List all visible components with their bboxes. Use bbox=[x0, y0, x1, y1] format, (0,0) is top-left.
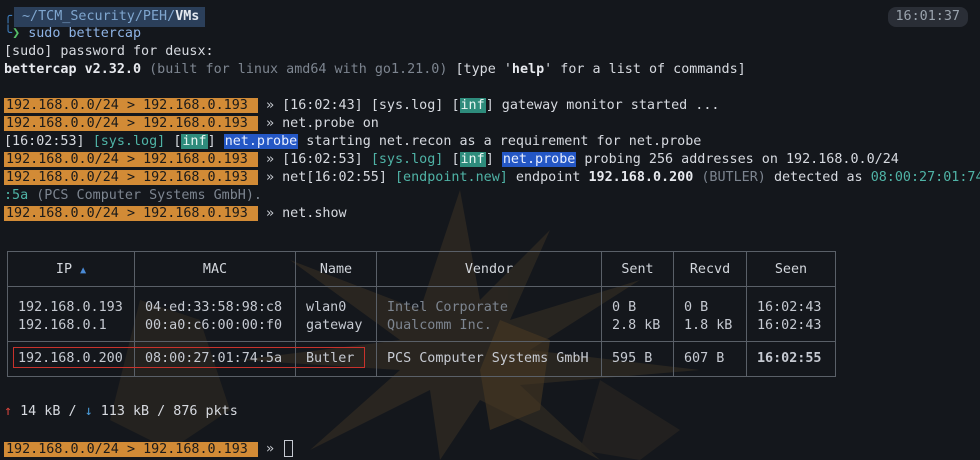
cell-ip[interactable]: 192.168.0.193 192.168.0.1 bbox=[7, 286, 135, 342]
log-line: 192.168.0.0/24 > 192.168.0.193 » net.pro… bbox=[4, 116, 379, 131]
session-prompt-tag: 192.168.0.0/24 > 192.168.0.193 bbox=[4, 98, 258, 113]
log-line: [16:02:53] [sys.log] [inf] net.probe sta… bbox=[4, 134, 702, 149]
upload-arrow-icon: ↑ bbox=[4, 404, 13, 419]
col-header-mac[interactable]: MAC bbox=[134, 251, 296, 287]
shell-prompt-bar: ╭ ~/TCM_Security/PEH/VMs bbox=[4, 7, 206, 27]
cell-sent: 0 B 2.8 kB bbox=[601, 286, 674, 342]
col-header-recvd[interactable]: Recvd bbox=[673, 251, 747, 287]
cell-sent: 595 B bbox=[601, 341, 674, 377]
hosts-table: IP ▲ MAC Name Vendor Sent Recvd Seen 192… bbox=[7, 251, 836, 377]
log-line-wrap: :5a (PCS Computer Systems GmbH). bbox=[4, 188, 262, 203]
session-prompt-tag: 192.168.0.0/24 > 192.168.0.193 bbox=[4, 441, 258, 457]
cell-name: wlan0 gateway bbox=[295, 286, 377, 342]
table-row-group: 192.168.0.193 192.168.0.1 04:ed:33:58:98:… bbox=[7, 286, 836, 342]
log-line: 192.168.0.0/24 > 192.168.0.193 » [16:02:… bbox=[4, 152, 899, 167]
log-line: 192.168.0.0/24 > 192.168.0.193 » net[16:… bbox=[4, 170, 980, 185]
session-prompt-tag: 192.168.0.0/24 > 192.168.0.193 bbox=[4, 116, 258, 131]
prompt-clock: 16:01:37 bbox=[887, 7, 968, 27]
cwd-path: ~/TCM_Security/PEH/VMs bbox=[14, 7, 206, 27]
text-cursor[interactable] bbox=[284, 440, 294, 457]
log-line: 192.168.0.0/24 > 192.168.0.193 » [16:02:… bbox=[4, 98, 720, 113]
sudo-prompt: [sudo] password for deusx: bbox=[4, 44, 214, 59]
cell-seen: 16:02:43 16:02:43 bbox=[746, 286, 836, 342]
command-line: ╰❯ sudo bettercap bbox=[4, 26, 142, 41]
log-line: 192.168.0.0/24 > 192.168.0.193 » net.sho… bbox=[4, 206, 347, 221]
traffic-stats: ↑ 14 kB / ↓ 113 kB / 876 pkts bbox=[4, 404, 238, 419]
cell-ip[interactable]: 192.168.0.200 bbox=[7, 341, 135, 377]
session-prompt-tag: 192.168.0.0/24 > 192.168.0.193 bbox=[4, 152, 258, 167]
prompt-bracket: ╭ bbox=[4, 9, 13, 24]
cell-recvd: 607 B bbox=[673, 341, 747, 377]
cell-name: Butler bbox=[295, 341, 377, 377]
col-header-name[interactable]: Name bbox=[295, 251, 377, 287]
cell-vendor: Intel Corporate Qualcomm Inc. bbox=[376, 286, 602, 342]
table-header-row: IP ▲ MAC Name Vendor Sent Recvd Seen bbox=[7, 251, 836, 287]
cell-seen: 16:02:55 bbox=[746, 341, 836, 377]
cell-recvd: 0 B 1.8 kB bbox=[673, 286, 747, 342]
cell-vendor: PCS Computer Systems GmbH bbox=[376, 341, 602, 377]
input-prompt-line[interactable]: 192.168.0.0/24 > 192.168.0.193 » bbox=[4, 440, 294, 458]
session-prompt-tag: 192.168.0.0/24 > 192.168.0.193 bbox=[4, 170, 258, 185]
col-header-ip[interactable]: IP ▲ bbox=[7, 251, 135, 287]
cwd-current: VMs bbox=[175, 9, 200, 24]
sort-asc-icon: ▲ bbox=[80, 264, 87, 276]
table-row: 192.168.0.200 08:00:27:01:74:5a Butler P… bbox=[7, 341, 836, 377]
cell-mac: 08:00:27:01:74:5a bbox=[134, 341, 296, 377]
col-header-sent[interactable]: Sent bbox=[601, 251, 674, 287]
banner-line: bettercap v2.32.0 (built for linux amd64… bbox=[4, 62, 746, 77]
col-header-seen[interactable]: Seen bbox=[746, 251, 836, 287]
cell-mac: 04:ed:33:58:98:c8 00:a0:c6:00:00:f0 bbox=[134, 286, 296, 342]
cwd-prefix: ~/TCM_Security/PEH/ bbox=[22, 9, 176, 24]
col-header-vendor[interactable]: Vendor bbox=[376, 251, 602, 287]
typed-command: sudo bettercap bbox=[28, 26, 142, 41]
session-prompt-tag: 192.168.0.0/24 > 192.168.0.193 bbox=[4, 206, 258, 221]
prompt-chevron-icon: ❯ bbox=[12, 26, 21, 41]
download-arrow-icon: ↓ bbox=[84, 404, 93, 419]
